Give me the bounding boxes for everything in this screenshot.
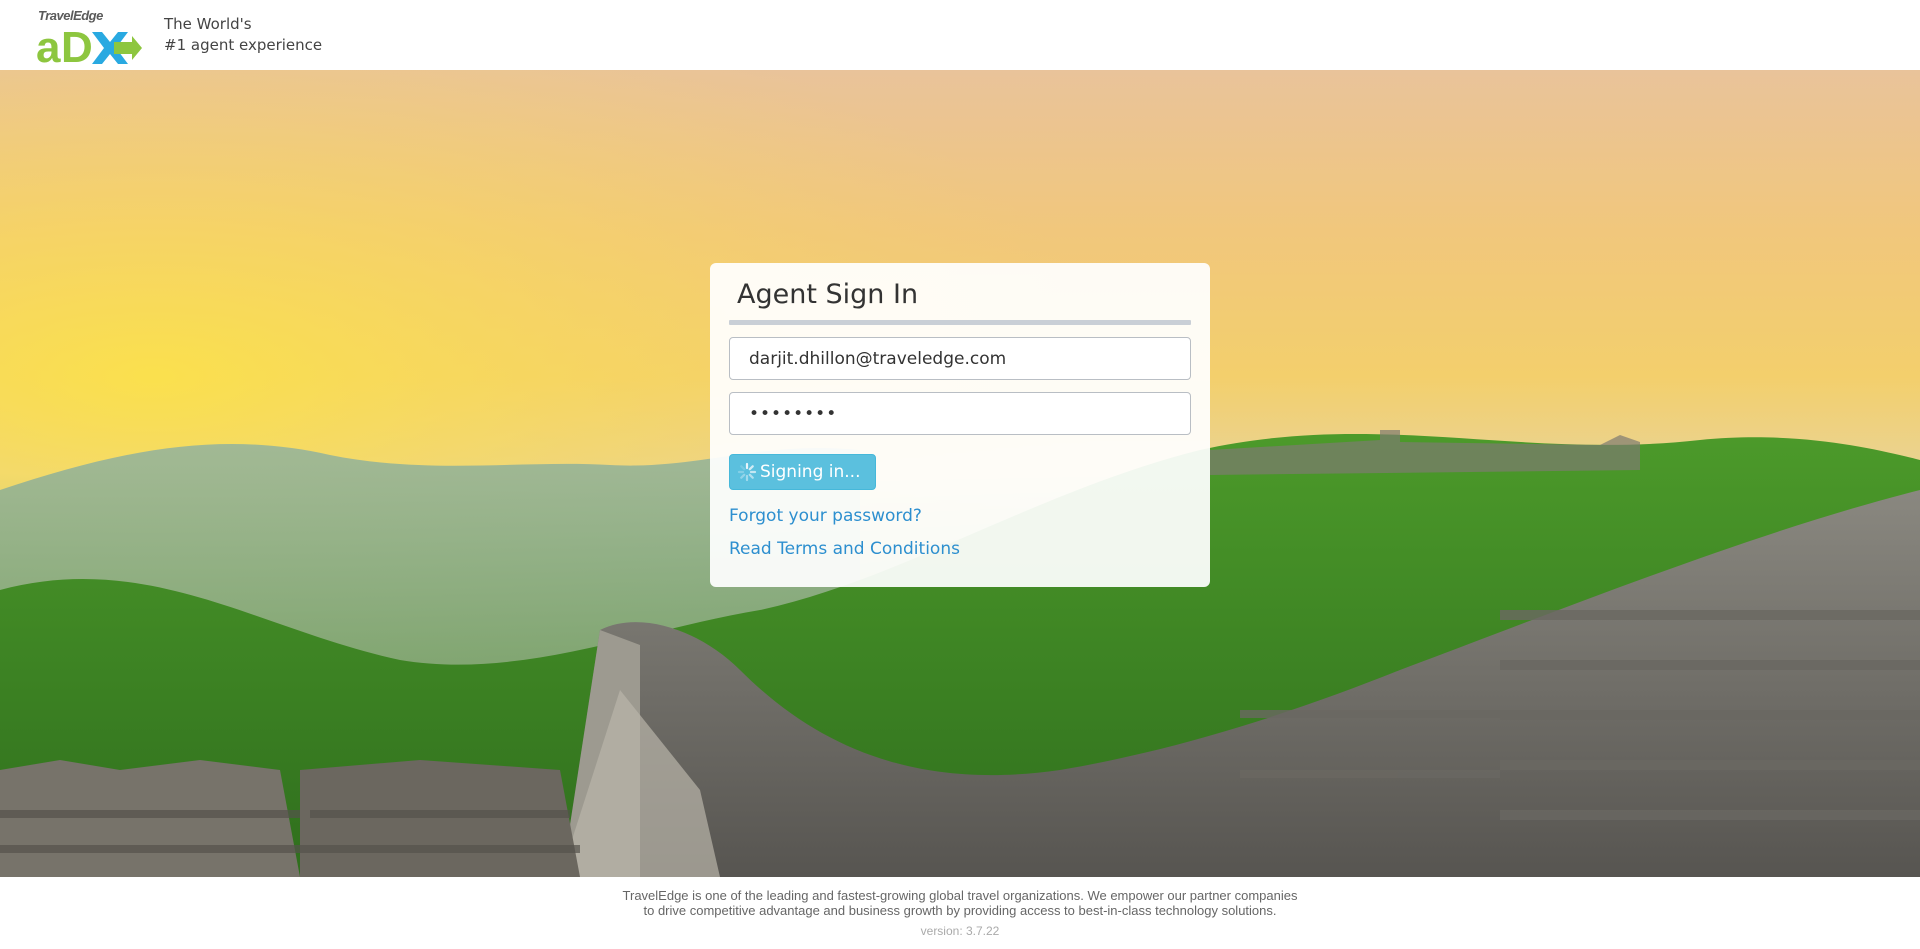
version-label: version: 3.7.22 [920, 924, 1000, 938]
top-bar: TravelEdge a D The World's #1 agent expe… [0, 0, 1920, 70]
sign-in-button[interactable]: Signing in... [729, 454, 877, 490]
logo-brand-text: TravelEdge [38, 8, 103, 23]
spinner-icon [737, 462, 757, 482]
footer-about-line-2: to drive competitive advantage and busin… [643, 903, 1277, 918]
tagline-line-2: #1 agent experience [164, 36, 323, 54]
footer-about-line-1: TravelEdge is one of the leading and fas… [622, 888, 1298, 903]
agent-sign-in-panel: Agent Sign In Signing in... Forgot your … [710, 263, 1210, 587]
title-divider [729, 320, 1191, 325]
traveledge-adx-logo[interactable]: TravelEdge a D [36, 8, 146, 68]
sign-in-button-label: Signing in... [760, 462, 861, 482]
password-input[interactable] [729, 392, 1191, 435]
svg-text:a: a [36, 23, 61, 68]
adx-logo-mark: a D [36, 23, 142, 68]
svg-text:D: D [61, 23, 93, 68]
sign-in-title: Agent Sign In [737, 279, 919, 310]
username-input[interactable] [729, 337, 1191, 380]
footer: TravelEdge is one of the leading and fas… [0, 877, 1920, 949]
footer-about-text: TravelEdge is one of the leading and fas… [0, 877, 1920, 918]
tagline-line-1: The World's [164, 15, 252, 33]
tagline: The World's #1 agent experience [164, 14, 322, 56]
terms-and-conditions-link[interactable]: Read Terms and Conditions [729, 539, 1191, 559]
forgot-password-link[interactable]: Forgot your password? [729, 506, 1191, 526]
